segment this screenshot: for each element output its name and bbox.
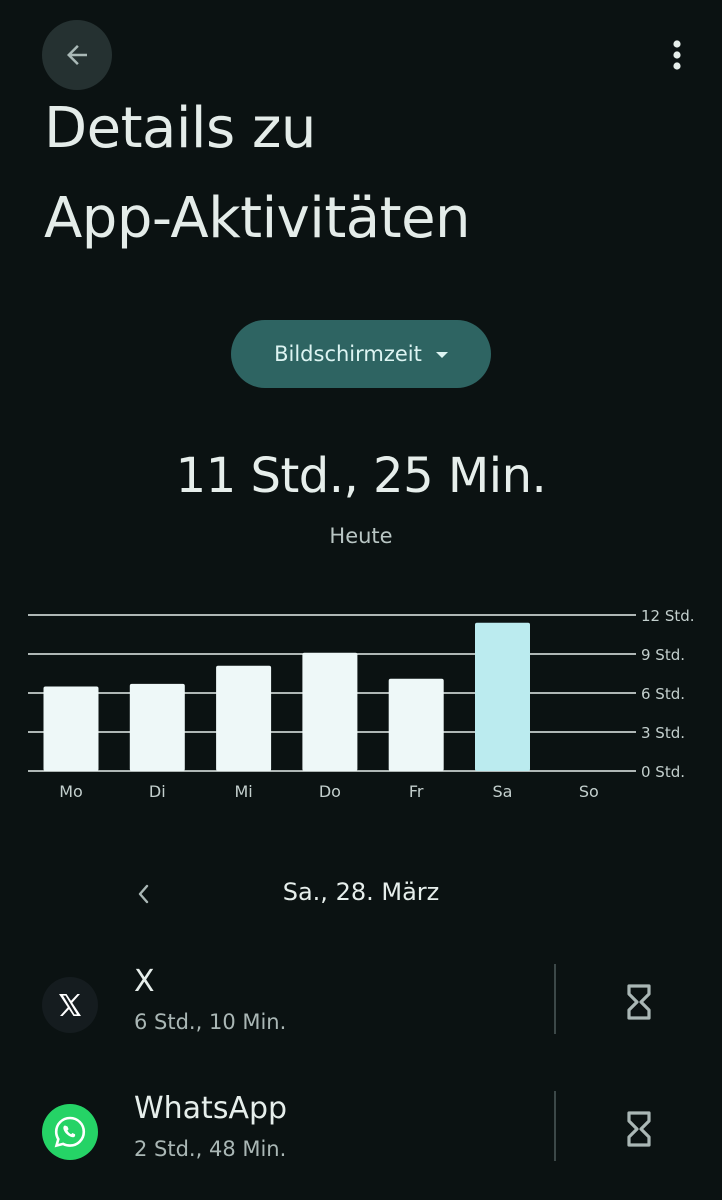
metric-selector-label: Bildschirmzeit: [274, 342, 422, 366]
whatsapp-logo-icon: [42, 1104, 98, 1160]
usage-period-label: Heute: [329, 524, 393, 548]
row-divider: [554, 1091, 556, 1161]
arrow-left-icon: [67, 45, 87, 65]
total-usage-value: 11 Std., 25 Min.: [175, 448, 547, 504]
metric-selector-button[interactable]: Bildschirmzeit: [231, 320, 491, 388]
app-name: X: [134, 964, 155, 999]
chart-bar-sa: [475, 622, 530, 771]
x-tick-label: Di: [149, 782, 166, 801]
dropdown-arrow-icon: [435, 352, 448, 358]
page-title-line-2: App-Aktivitäten: [44, 186, 471, 251]
app-name: WhatsApp: [134, 1091, 288, 1126]
chart-bar-do: [302, 652, 358, 771]
selected-date: Sa., 28. März: [282, 878, 440, 906]
row-divider: [554, 964, 556, 1034]
chart-bar-di: [129, 683, 185, 771]
x-tick-label: Mi: [234, 782, 252, 801]
chart-bar-mi: [216, 665, 272, 771]
x-logo-icon: [42, 977, 98, 1033]
app-usage-time: 6 Std., 10 Min.: [134, 1010, 287, 1034]
app-usage-time: 2 Std., 48 Min.: [134, 1137, 287, 1161]
x-tick-label: Do: [319, 782, 341, 801]
chart-bar-mo: [43, 686, 99, 771]
y-tick-label: 0 Std.: [641, 763, 685, 781]
more-options-button[interactable]: [652, 30, 702, 80]
hourglass-icon: [627, 984, 651, 1020]
chart-bar-fr: [388, 678, 444, 771]
y-tick-label: 6 Std.: [641, 685, 685, 703]
usage-bar-chart: 0 Std. 3 Std. 6 Std. 9 Std. 12 Std. Mo Di Mi Do F…: [28, 607, 695, 801]
y-tick-label: 9 Std.: [641, 646, 685, 664]
app-row-whatsapp[interactable]: WhatsApp 2 Std., 48 Min.: [0, 1077, 722, 1187]
page-title-line-1: Details zu: [44, 96, 316, 161]
app-timer-button[interactable]: [612, 1097, 666, 1161]
x-tick-label: So: [579, 782, 599, 801]
page-title: Details zu App-Aktivitäten: [44, 84, 471, 264]
x-tick-label: Fr: [409, 782, 424, 801]
y-tick-label: 3 Std.: [641, 724, 685, 742]
x-tick-label: Sa: [493, 782, 513, 801]
y-tick-label: 12 Std.: [641, 607, 695, 625]
app-row-x[interactable]: X 6 Std., 10 Min.: [0, 950, 722, 1060]
x-tick-label: Mo: [59, 782, 83, 801]
back-button[interactable]: [42, 20, 112, 90]
more-vert-icon: [673, 40, 681, 70]
app-timer-button[interactable]: [612, 970, 666, 1034]
hourglass-icon: [627, 1111, 651, 1147]
date-navigation: Sa., 28. März: [0, 862, 722, 926]
